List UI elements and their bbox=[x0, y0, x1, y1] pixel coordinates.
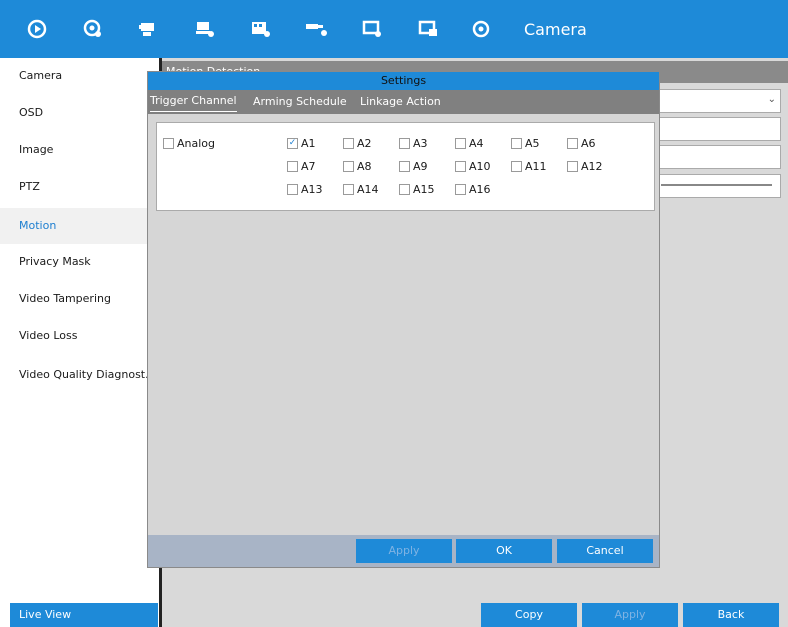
camera-select[interactable]: ⌄ bbox=[658, 89, 781, 113]
sidebar-item-privacy-mask[interactable]: Privacy Mask bbox=[0, 244, 147, 280]
tab-trigger-channel[interactable]: Trigger Channel bbox=[150, 90, 237, 112]
channel-checkbox[interactable]: A3 bbox=[399, 136, 428, 150]
checkbox-box bbox=[567, 160, 578, 172]
sidebar-item-camera[interactable]: Camera bbox=[0, 58, 147, 94]
checkbox-box bbox=[399, 137, 410, 149]
checkmark-icon: ✓ bbox=[287, 137, 298, 149]
tab-arming-schedule[interactable]: Arming Schedule bbox=[253, 90, 347, 114]
channel-checkbox[interactable]: A7 bbox=[287, 159, 316, 173]
checkbox-label: Analog bbox=[177, 136, 216, 150]
channel-label: A12 bbox=[581, 159, 603, 173]
checkbox-box bbox=[455, 183, 466, 195]
channel-checkbox[interactable]: A5 bbox=[511, 136, 540, 150]
channel-label: A3 bbox=[413, 136, 428, 150]
video-settings-icon[interactable] bbox=[246, 14, 276, 44]
ok-button[interactable]: OK bbox=[456, 539, 552, 563]
background-field[interactable] bbox=[658, 145, 781, 169]
analog-checkbox[interactable]: Analog bbox=[163, 136, 215, 150]
channel-checkbox[interactable]: A9 bbox=[399, 159, 428, 173]
channel-checkbox[interactable]: A8 bbox=[343, 159, 372, 173]
sidebar-item-ptz[interactable]: PTZ bbox=[0, 169, 147, 205]
chevron-down-icon: ⌄ bbox=[767, 94, 776, 105]
checkbox-box bbox=[455, 160, 466, 172]
checkbox-box bbox=[343, 137, 354, 149]
channel-checkbox[interactable]: A15 bbox=[399, 182, 435, 196]
play-icon[interactable] bbox=[22, 14, 52, 44]
live-view-button[interactable]: Live View bbox=[10, 603, 158, 627]
copy-button[interactable]: Copy bbox=[481, 603, 577, 627]
checkbox-box bbox=[163, 137, 174, 149]
power-icon[interactable] bbox=[466, 14, 496, 44]
channel-label: A2 bbox=[357, 136, 372, 150]
channel-checkbox[interactable]: A14 bbox=[343, 182, 379, 196]
cancel-button[interactable]: Cancel bbox=[557, 539, 653, 563]
channel-label: A7 bbox=[301, 159, 316, 173]
slider-track bbox=[661, 184, 772, 186]
channel-label: A10 bbox=[469, 159, 491, 173]
channel-label: A5 bbox=[525, 136, 540, 150]
sidebar-item-osd[interactable]: OSD bbox=[0, 95, 147, 131]
system-monitor-icon[interactable] bbox=[358, 14, 388, 44]
channel-label: A15 bbox=[413, 182, 435, 196]
dialog-title: Settings bbox=[148, 72, 659, 90]
channel-label: A9 bbox=[413, 159, 428, 173]
dialog-apply-button[interactable]: Apply bbox=[356, 539, 452, 563]
channel-label: A1 bbox=[301, 136, 316, 150]
tab-linkage-action[interactable]: Linkage Action bbox=[360, 90, 441, 114]
channel-label: A14 bbox=[357, 182, 379, 196]
dialog-footer: Apply OK Cancel bbox=[148, 535, 659, 567]
checkbox-box bbox=[399, 183, 410, 195]
sidebar: Camera OSD Image PTZ Motion Privacy Mask… bbox=[0, 58, 159, 627]
channel-checkbox[interactable]: ✓ A1 bbox=[287, 136, 316, 150]
channel-label: A8 bbox=[357, 159, 372, 173]
channel-panel: Analog ✓ A1 A2 A3 A4 A5 A6 A7 A8 A9 A10 A11 A12 A13 A1… bbox=[156, 122, 655, 211]
sensitivity-slider[interactable] bbox=[658, 174, 781, 198]
top-toolbar: Camera bbox=[0, 0, 788, 58]
checkbox-box bbox=[567, 137, 578, 149]
channel-checkbox[interactable]: A13 bbox=[287, 182, 323, 196]
channel-checkbox[interactable]: A11 bbox=[511, 159, 547, 173]
record-camera-icon[interactable] bbox=[134, 14, 164, 44]
channel-checkbox[interactable]: A12 bbox=[567, 159, 603, 173]
channel-checkbox[interactable]: A6 bbox=[567, 136, 596, 150]
channel-label: A13 bbox=[301, 182, 323, 196]
checkbox-box bbox=[287, 160, 298, 172]
sidebar-item-image[interactable]: Image bbox=[0, 132, 147, 168]
channel-checkbox[interactable]: A2 bbox=[343, 136, 372, 150]
checkbox-box bbox=[343, 160, 354, 172]
channel-checkbox[interactable]: A4 bbox=[455, 136, 484, 150]
checkbox-box bbox=[399, 160, 410, 172]
dialog-tabs: Trigger Channel Arming Schedule Linkage … bbox=[148, 90, 659, 114]
sidebar-item-video-loss[interactable]: Video Loss bbox=[0, 318, 147, 354]
sidebar-item-video-quality-diagnostics[interactable]: Video Quality Diagnost... bbox=[0, 357, 147, 393]
settings-dialog: Settings Trigger Channel Arming Schedule… bbox=[148, 72, 659, 567]
checkbox-box bbox=[455, 137, 466, 149]
channel-label: A16 bbox=[469, 182, 491, 196]
alarm-icon[interactable] bbox=[190, 14, 220, 44]
background-field[interactable] bbox=[658, 117, 781, 141]
sidebar-item-video-tampering[interactable]: Video Tampering bbox=[0, 281, 147, 317]
back-button[interactable]: Back bbox=[683, 603, 779, 627]
camera-settings-icon[interactable] bbox=[78, 14, 108, 44]
checkbox-box bbox=[343, 183, 354, 195]
channel-label: A11 bbox=[525, 159, 547, 173]
checkbox-box bbox=[287, 183, 298, 195]
sidebar-item-motion[interactable]: Motion bbox=[0, 208, 147, 244]
channel-label: A4 bbox=[469, 136, 484, 150]
channel-checkbox[interactable]: A16 bbox=[455, 182, 491, 196]
channel-checkbox[interactable]: A10 bbox=[455, 159, 491, 173]
checkbox-box bbox=[511, 160, 522, 172]
channel-label: A6 bbox=[581, 136, 596, 150]
maintenance-icon[interactable] bbox=[414, 14, 444, 44]
network-camera-icon[interactable] bbox=[302, 14, 332, 44]
checkbox-box bbox=[511, 137, 522, 149]
page-title: Camera bbox=[524, 20, 587, 39]
apply-button[interactable]: Apply bbox=[582, 603, 678, 627]
